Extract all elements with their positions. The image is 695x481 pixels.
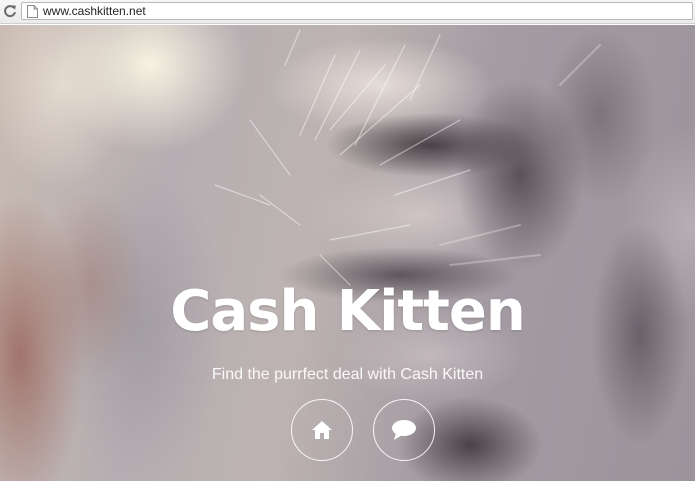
hero-section: Cash Kitten Find the purrfect deal with …: [0, 25, 695, 481]
home-button[interactable]: [291, 399, 353, 461]
hero-content: Cash Kitten Find the purrfect deal with …: [0, 25, 695, 481]
reload-button[interactable]: [2, 3, 18, 19]
reload-icon: [4, 5, 16, 18]
chat-bubble-icon: [392, 420, 416, 440]
url-text[interactable]: www.cashkitten.net: [43, 3, 146, 19]
site-title: Cash Kitten: [170, 279, 526, 344]
home-icon: [312, 421, 332, 439]
address-bar[interactable]: www.cashkitten.net: [21, 2, 693, 20]
chat-button[interactable]: [373, 399, 435, 461]
site-tagline: Find the purrfect deal with Cash Kitten: [211, 366, 484, 383]
browser-toolbar: www.cashkitten.net: [0, 0, 695, 24]
page-icon: [26, 4, 38, 18]
